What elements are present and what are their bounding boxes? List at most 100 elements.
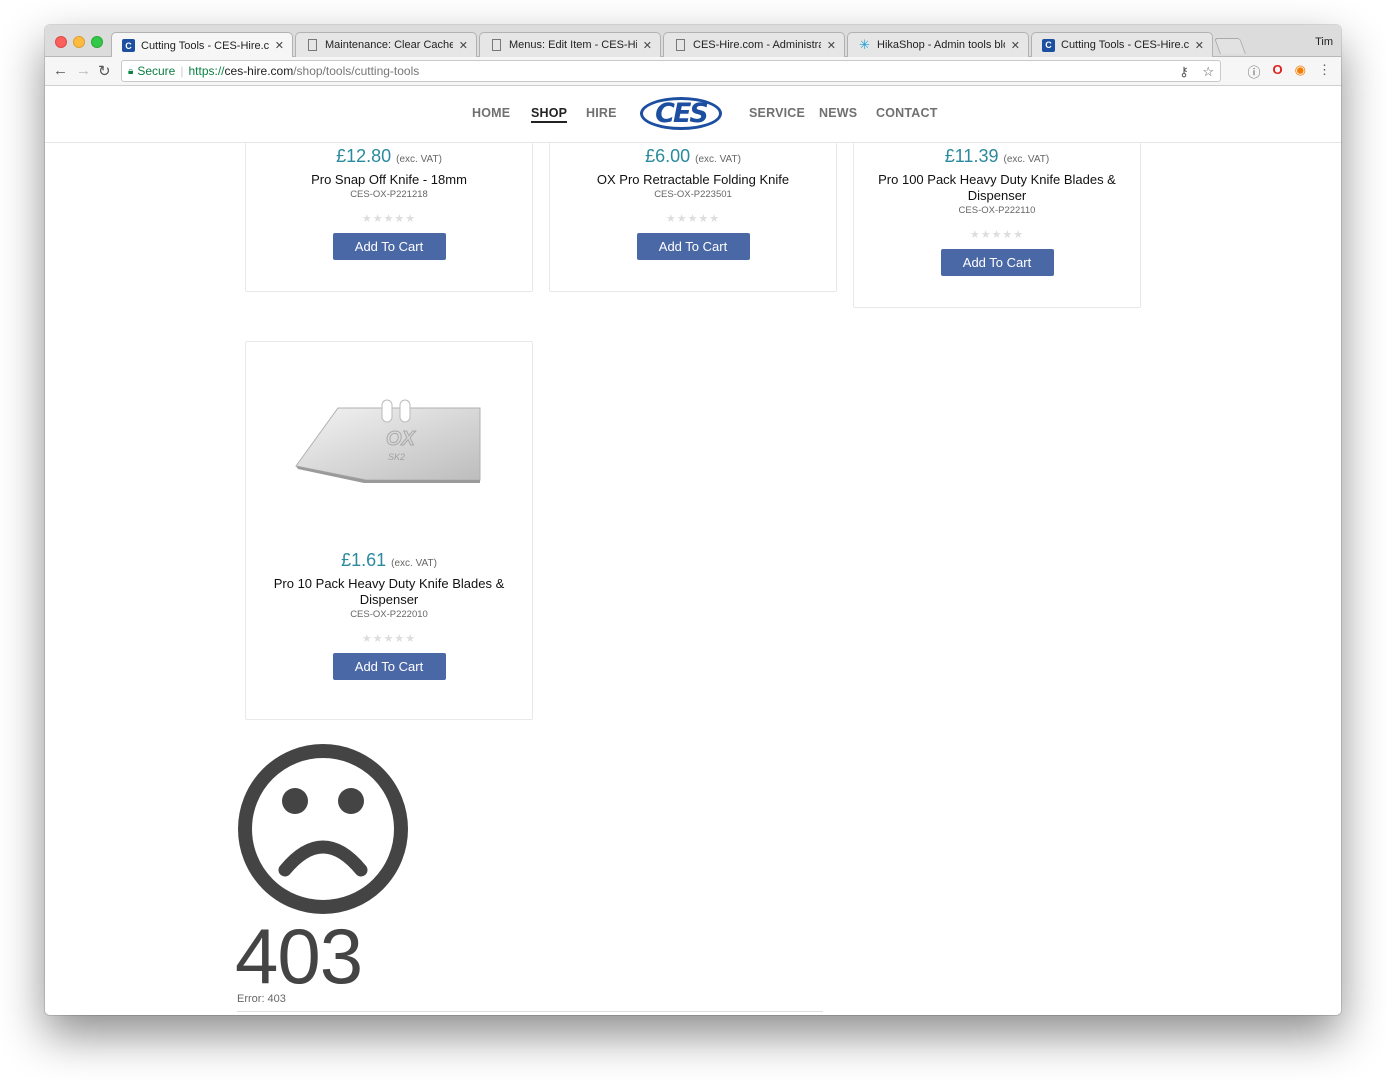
rss-extension-icon[interactable]: ◉ [1295,62,1306,81]
browser-tab[interactable]: CES-Hire.com - Administration ✕ [663,32,845,57]
document-icon [492,39,501,51]
tab-strip: C Cutting Tools - CES-Hire.com ✕ Mainten… [45,25,1341,58]
ces-favicon-icon: C [1042,38,1055,52]
opera-extension-icon[interactable]: O [1273,62,1283,81]
blade-brand-text: OX [386,428,417,450]
close-window-button[interactable] [55,36,67,48]
add-to-cart-button[interactable]: Add To Cart [940,249,1054,276]
tab-title: Cutting Tools - CES-Hire.com [141,39,269,52]
browser-tab[interactable]: C Cutting Tools - CES-Hire.com ✕ [1031,32,1213,57]
hikashop-icon: ✳ [859,37,870,52]
close-tab-icon[interactable]: ✕ [1195,39,1204,52]
close-tab-icon[interactable]: ✕ [459,39,468,52]
rating-stars-icon[interactable]: ★★★★★ [854,228,1140,241]
close-tab-icon[interactable]: ✕ [643,39,652,52]
sad-face-icon [238,744,408,914]
nav-shop[interactable]: SHOP [531,106,568,123]
price-vat-note: (exc. VAT) [391,558,437,569]
nav-home[interactable]: HOME [472,106,510,120]
rating-stars-icon[interactable]: ★★★★★ [246,632,532,645]
tab-title: Maintenance: Clear Cache (Sit [325,39,453,51]
rating-stars-icon[interactable]: ★★★★★ [550,212,836,225]
product-price: £12.80 (exc. VAT) [246,146,532,167]
product-name[interactable]: Pro Snap Off Knife - 18mm [246,172,532,188]
product-sku: CES-OX-P223501 [654,189,732,200]
secure-label: Secure [137,64,176,78]
add-to-cart-button[interactable]: Add To Cart [636,233,750,260]
utility-blade-image: OX SK2 [295,399,481,483]
price-value: £1.61 [341,550,387,570]
error-divider [237,1011,823,1012]
omnibox-actions: ⚷ ☆ [1179,64,1214,80]
product-card: £6.00 (exc. VAT) OX Pro Retractable Fold… [549,143,837,292]
browser-tab[interactable]: ✳ HikaShop - Admin tools blocks ✕ [847,32,1029,57]
tab-title: Menus: Edit Item - CES-Hire.c [509,39,637,51]
page-content: £12.80 (exc. VAT) Pro Snap Off Knife - 1… [45,143,1341,1015]
menu-dots-icon[interactable]: ⋮ [1318,62,1331,81]
tab-title: Cutting Tools - CES-Hire.com [1061,39,1189,51]
extension-icons: ⓘ O ◉ ⋮ [1248,62,1331,81]
address-separator: | [180,64,184,78]
product-name[interactable]: Pro 100 Pack Heavy Duty Knife Blades & D… [854,172,1140,204]
price-value: £6.00 [645,146,691,166]
close-tab-icon[interactable]: ✕ [275,39,284,52]
add-to-cart-button[interactable]: Add To Cart [332,653,446,680]
price-value: £12.80 [336,146,392,166]
document-icon [308,39,317,51]
maximize-window-button[interactable] [91,36,103,48]
url-path: /shop/tools/cutting-tools [293,64,420,78]
tab-title: CES-Hire.com - Administration [693,39,821,51]
minimize-window-button[interactable] [73,36,85,48]
product-name[interactable]: OX Pro Retractable Folding Knife [550,172,836,188]
close-tab-icon[interactable]: ✕ [827,39,836,52]
site-header: HOME SHOP HIRE CES SERVICE NEWS CONTACT [45,86,1341,143]
price-vat-note: (exc. VAT) [695,154,741,165]
product-name[interactable]: Pro 10 Pack Heavy Duty Knife Blades & Di… [246,576,532,608]
document-icon [676,39,685,51]
product-card: £12.80 (exc. VAT) Pro Snap Off Knife - 1… [245,143,533,292]
forward-arrow-icon[interactable]: → [76,62,91,79]
reload-icon[interactable]: ↻ [98,62,111,80]
browser-tab[interactable]: Menus: Edit Item - CES-Hire.c ✕ [479,32,661,57]
rating-stars-icon[interactable]: ★★★★★ [246,212,532,225]
site-logo[interactable]: CES [640,97,722,130]
logo-text: CES [655,98,709,129]
product-sku: CES-OX-P221218 [350,189,428,200]
info-extension-icon[interactable]: ⓘ [1248,62,1261,81]
product-card: OX SK2 £1.61 (exc. VAT) Pro 10 Pack Heav… [245,341,533,720]
browser-tab[interactable]: Maintenance: Clear Cache (Sit ✕ [295,32,477,57]
star-icon[interactable]: ☆ [1202,64,1214,79]
profile-name[interactable]: Tim [1315,36,1333,48]
new-tab-button[interactable] [1214,38,1246,54]
browser-toolbar: ← → ↻ 🔒︎ Secure | https://ces-hire.com/s… [45,57,1341,86]
product-price: £1.61 (exc. VAT) [246,550,532,571]
ces-favicon-icon: C [122,39,135,52]
nav-contact[interactable]: CONTACT [876,106,938,120]
key-icon[interactable]: ⚷ [1179,64,1189,79]
product-price: £6.00 (exc. VAT) [550,146,836,167]
blade-model-text: SK2 [388,452,405,462]
nav-news[interactable]: NEWS [819,106,857,120]
close-tab-icon[interactable]: ✕ [1011,39,1020,52]
product-card: £11.39 (exc. VAT) Pro 100 Pack Heavy Dut… [853,143,1141,308]
url-scheme: https:// [188,64,225,78]
lock-icon: 🔒︎ [128,65,134,77]
add-to-cart-button[interactable]: Add To Cart [332,233,446,260]
browser-tab[interactable]: C Cutting Tools - CES-Hire.com ✕ [111,32,293,58]
url-host: ces-hire.com [224,64,294,78]
price-vat-note: (exc. VAT) [396,154,442,165]
tab-title: HikaShop - Admin tools blocks [877,39,1005,51]
product-sku: CES-OX-P222110 [958,205,1036,216]
price-vat-note: (exc. VAT) [1003,154,1050,165]
price-value: £11.39 [944,146,999,166]
error-code: 403 [235,912,363,1000]
nav-hire[interactable]: HIRE [586,106,617,120]
product-image[interactable]: OX SK2 [246,342,534,552]
address-bar[interactable]: 🔒︎ Secure | https://ces-hire.com/shop/to… [121,60,1221,82]
product-sku: CES-OX-P222010 [350,609,428,620]
back-arrow-icon[interactable]: ← [53,62,68,79]
error-label: Error: 403 [237,993,286,1005]
product-price: £11.39 (exc. VAT) [854,146,1140,167]
browser-window: C Cutting Tools - CES-Hire.com ✕ Mainten… [45,25,1341,1015]
nav-service[interactable]: SERVICE [749,106,805,120]
